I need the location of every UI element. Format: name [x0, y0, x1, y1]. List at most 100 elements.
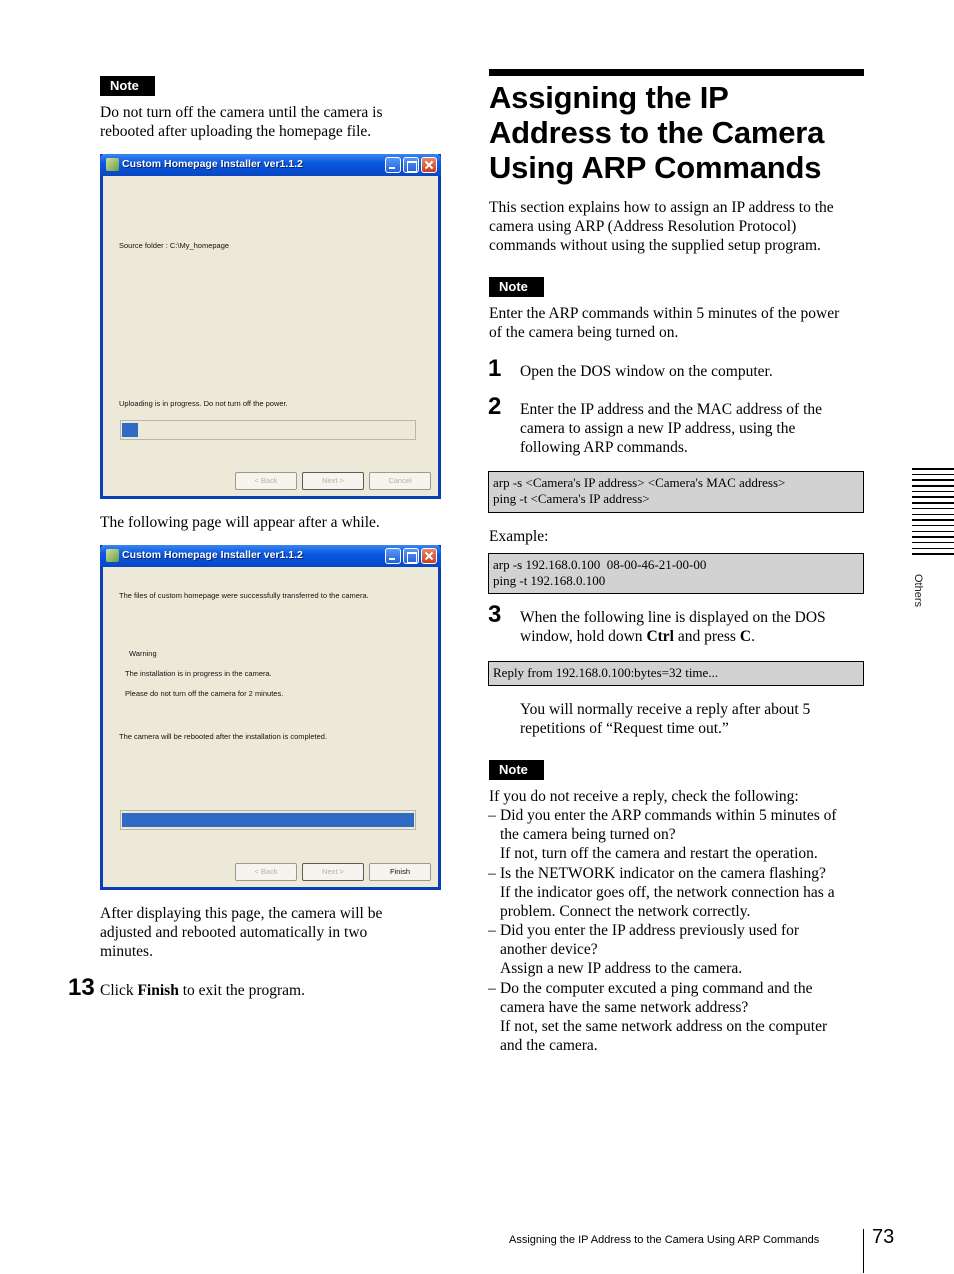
text-line: If not, set the same network address on …: [500, 1017, 828, 1035]
section-thumb-index: [912, 468, 954, 559]
next-button[interactable]: Next >: [302, 472, 364, 490]
reply-info-text: You will normally receive a reply after …: [520, 700, 865, 738]
finish-button[interactable]: Finish: [369, 863, 431, 881]
minimize-icon[interactable]: [385, 157, 401, 173]
back-button[interactable]: < Back: [235, 863, 297, 881]
footer-section-title: Assigning the IP Address to the Camera U…: [509, 1234, 820, 1246]
step-3-text: When the following line is displayed on …: [520, 608, 865, 646]
maximize-icon[interactable]: [403, 548, 419, 564]
text-line: commands without using the supplied setu…: [489, 237, 821, 254]
text-line: the camera being turned on?: [500, 826, 676, 843]
text: .: [751, 628, 755, 645]
thumb-index-line: [912, 468, 954, 470]
troubleshoot-item: – Did you enter the IP address previously…: [488, 921, 868, 978]
next-button[interactable]: Next >: [302, 863, 364, 881]
title-line: Using ARP Commands: [489, 150, 822, 185]
thumb-index-line: [912, 530, 954, 533]
text: window, hold down: [520, 628, 647, 645]
code-line: ping -t 192.168.0.100: [493, 573, 606, 588]
thumb-index-line: [912, 536, 954, 538]
thumb-index-line: [912, 490, 954, 493]
page-title: Assigning the IP Address to the Camera U…: [489, 80, 869, 185]
text-line: Enter the ARP commands within 5 minutes …: [489, 305, 840, 322]
step-number: 1: [488, 355, 502, 382]
text-line: camera to assign a new IP address, using…: [520, 420, 796, 437]
note-badge: Note: [489, 760, 544, 780]
thumb-index-line: [912, 524, 954, 527]
source-folder-label: Source folder : C:\My_homepage: [119, 241, 230, 250]
window-title: Custom Homepage Installer ver1.1.2: [122, 158, 303, 170]
thumb-index-line: [912, 479, 954, 481]
text-line: If the indicator goes off, the network c…: [500, 883, 835, 901]
text-line: Assign a new IP address to the camera.: [500, 960, 743, 978]
installer-window-uploading: Custom Homepage Installer ver1.1.2 Sourc…: [100, 154, 441, 499]
text: Click: [100, 982, 138, 999]
dash-bullet: –: [488, 922, 496, 940]
text-line: Did you enter the IP address previously …: [500, 922, 800, 940]
step-number: 3: [488, 601, 502, 628]
text-line: and the camera.: [500, 1036, 598, 1054]
step-number: 13: [68, 974, 95, 1001]
c-key-emphasis: C: [739, 628, 752, 645]
title-line: Address to the Camera: [489, 115, 825, 150]
troubleshoot-intro: If you do not receive a reply, check the…: [489, 788, 799, 805]
window-title: Custom Homepage Installer ver1.1.2: [122, 549, 303, 561]
text-line: camera using ARP (Address Resolution Pro…: [489, 218, 797, 235]
step-1-text: Open the DOS window on the computer.: [520, 363, 773, 380]
dash-bullet: –: [488, 807, 496, 824]
note-text-line: rebooted after uploading the homepage fi…: [100, 123, 372, 140]
note-text: Enter the ARP commands within 5 minutes …: [489, 304, 869, 342]
text-line: repetitions of “Request time out.”: [520, 720, 729, 737]
arp-command-syntax-box: arp -s <Camera's IP address> <Camera's M…: [488, 471, 864, 513]
window-titlebar[interactable]: Custom Homepage Installer ver1.1.2: [100, 545, 441, 567]
minimize-icon[interactable]: [385, 548, 401, 564]
step-2-text: Enter the IP address and the MAC address…: [520, 400, 865, 457]
close-icon[interactable]: [421, 548, 437, 564]
progress-fill: [122, 423, 138, 437]
transfer-success-text: The files of custom homepage were succes…: [119, 591, 369, 600]
install-progress-bar: [120, 810, 416, 830]
code-line: arp -s <Camera's IP address> <Camera's M…: [493, 475, 786, 490]
intro-paragraph: This section explains how to assign an I…: [489, 198, 869, 255]
thumb-index-line: [912, 513, 954, 515]
code-line: Reply from 192.168.0.100:bytes=32 time..…: [493, 665, 719, 680]
text-line: adjusted and rebooted automatically in t…: [100, 924, 368, 941]
text-line: problem. Connect the network correctly.: [500, 902, 751, 920]
note-text: Do not turn off the camera until the cam…: [100, 103, 440, 141]
text-line: Is the NETWORK indicator on the camera f…: [500, 864, 826, 882]
thumb-index-line: [912, 547, 954, 550]
close-icon[interactable]: [421, 157, 437, 173]
thumb-index-line: [912, 473, 954, 476]
text-line: Do the computer excuted a ping command a…: [500, 979, 813, 997]
thumb-index-line: [912, 502, 954, 504]
text-line: Did you enter the ARP commands within 5 …: [500, 807, 837, 824]
thumb-index-line: [912, 485, 954, 487]
ctrl-key-emphasis: Ctrl: [646, 628, 674, 645]
back-button[interactable]: < Back: [235, 472, 297, 490]
text-line: window, hold down Ctrl and press C.: [520, 627, 865, 646]
upload-progress-bar: [120, 420, 416, 440]
ping-reply-box: Reply from 192.168.0.100:bytes=32 time..…: [488, 661, 864, 686]
thumb-index-line: [912, 541, 954, 544]
text-line: You will normally receive a reply after …: [520, 701, 811, 718]
troubleshoot-item: – Did you enter the ARP commands within 5…: [488, 806, 868, 863]
note-text-line: Do not turn off the camera until the cam…: [100, 104, 383, 121]
title-line: Assigning the IP: [489, 80, 729, 115]
text-line: another device?: [500, 941, 598, 959]
text: to exit the program.: [178, 982, 305, 999]
finish-emphasis: Finish: [137, 982, 179, 999]
reboot-info-text: The camera will be rebooted after the in…: [119, 732, 328, 741]
window-titlebar[interactable]: Custom Homepage Installer ver1.1.2: [100, 154, 441, 176]
text-line: If not, turn off the camera and restart …: [500, 845, 818, 862]
maximize-icon[interactable]: [403, 157, 419, 173]
step-13-text: Click Finish to exit the program.: [100, 981, 305, 1000]
text-line: Enter the IP address and the MAC address…: [520, 401, 823, 418]
progress-fill: [122, 813, 414, 827]
cancel-button[interactable]: Cancel: [369, 472, 431, 490]
troubleshoot-item: – Is the NETWORK indicator on the camera …: [488, 864, 868, 921]
thumb-index-line: [912, 553, 954, 555]
installing-text: The installation is in progress in the c…: [125, 669, 272, 678]
text-line: When the following line is displayed on …: [520, 609, 826, 626]
thumb-index-line: [912, 519, 954, 521]
do-not-power-off-text: Please do not turn off the camera for 2 …: [125, 689, 284, 698]
